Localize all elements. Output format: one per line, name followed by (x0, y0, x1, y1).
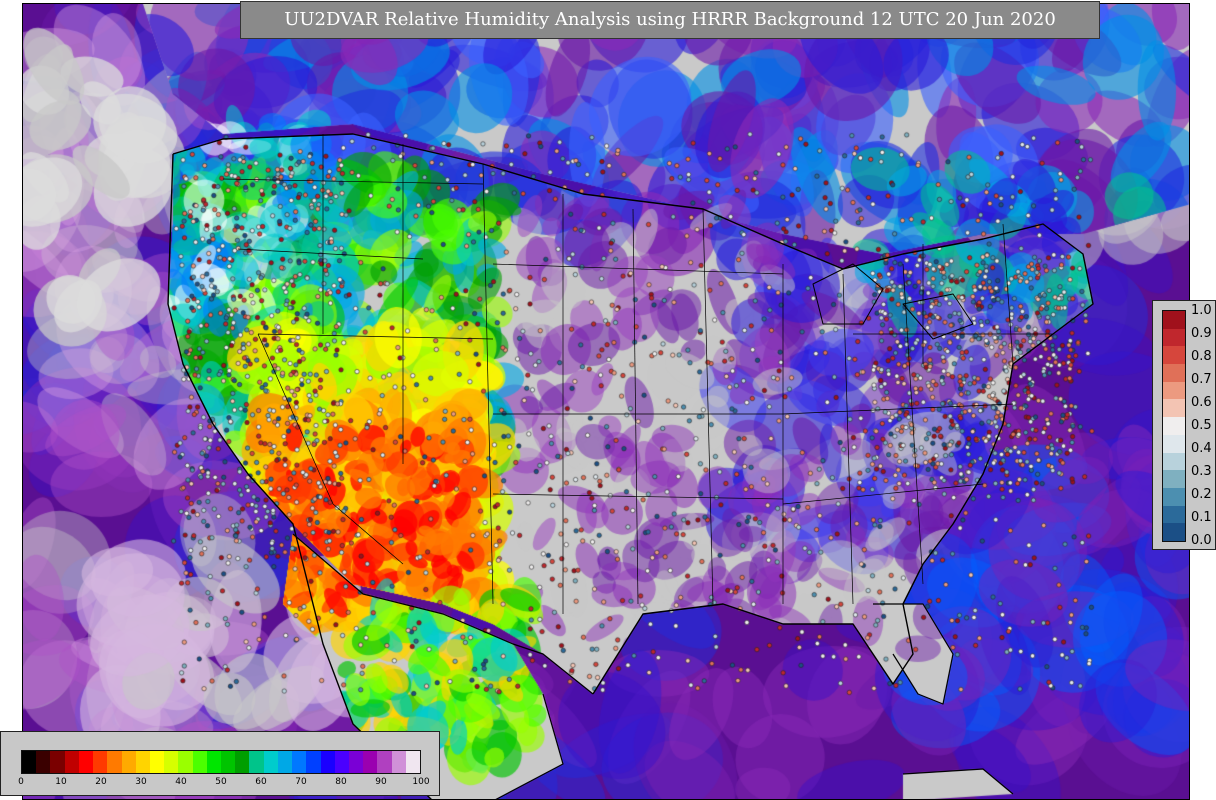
state-boundary (482, 163, 494, 605)
humidity-colorbar-tick-label: 40 (175, 777, 187, 787)
boundary-overlay (167, 133, 1094, 799)
humidity-colorbar-segment (292, 751, 307, 773)
humidity-colorbar-segment (334, 751, 350, 773)
state-boundary (632, 208, 639, 605)
observation-colorbar-swatch (1163, 328, 1185, 347)
humidity-colorbar-tick-label: 100 (412, 777, 430, 787)
us-mexico-border (292, 533, 594, 695)
observation-colorbar-swatch (1163, 346, 1185, 365)
observation-colorbar-swatch (1163, 487, 1185, 507)
humidity-colorbar-segment (93, 751, 108, 773)
humidity-colorbar-segment (249, 751, 265, 773)
humidity-colorbar-tick-label: 80 (335, 777, 347, 787)
observation-colorbar-tick-label: 0.2 (1191, 487, 1212, 502)
humidity-colorbar-tick-label: 0 (18, 777, 24, 787)
state-boundary (902, 263, 924, 585)
humidity-colorbar-tick-label: 60 (255, 777, 267, 787)
state-boundary (237, 248, 424, 260)
humidity-colorbar-segment (149, 751, 165, 773)
cuba-coast (902, 768, 1014, 795)
state-boundary (257, 333, 494, 340)
humidity-colorbar-segment (50, 751, 66, 773)
humidity-colorbar-segment (263, 751, 279, 773)
humidity-colorbar-segment (363, 751, 378, 773)
state-boundary (782, 403, 1014, 415)
humidity-colorbar-segment (391, 751, 407, 773)
observation-colorbar-tick-label: 0.8 (1191, 349, 1212, 364)
observation-colorbar-tick-label: 1.0 (1191, 303, 1212, 318)
observation-colorbar-tick-label: 0.9 (1191, 326, 1212, 341)
observation-colorbar-tick-label: 0.1 (1191, 510, 1212, 525)
humidity-colorbar-segment (306, 751, 321, 773)
great-lake-outline (812, 263, 884, 325)
humidity-colorbar-tick-label: 90 (375, 777, 387, 787)
observation-colorbar-swatch (1163, 381, 1185, 400)
humidity-colorbar-tick-label: 20 (95, 777, 107, 787)
humidity-colorbar-segment (206, 751, 222, 773)
humidity-colorbar-segment (235, 751, 250, 773)
humidity-colorbar-segment (64, 751, 80, 773)
humidity-colorbar-segment (377, 751, 393, 773)
humidity-colorbar-tick-label: 30 (135, 777, 147, 787)
observation-colorbar-swatch (1163, 523, 1185, 542)
humidity-colorbar-segment (36, 751, 51, 773)
state-boundary (1002, 223, 1014, 365)
humidity-colorbar-segment (22, 751, 37, 773)
observation-colorbar-tick-label: 0.3 (1191, 464, 1212, 479)
observation-colorbar-tick-label: 0.7 (1191, 372, 1212, 387)
state-boundary (702, 208, 714, 605)
observation-colorbar-tick-label: 0.0 (1191, 533, 1212, 548)
state-boundary (257, 333, 334, 505)
observation-colorbar-swatch (1163, 417, 1185, 436)
observation-colorbar-swatches (1162, 310, 1186, 542)
observation-colorbar-tick-label: 0.5 (1191, 418, 1212, 433)
observation-colorbar: 1.0 0.9 0.8 0.7 0.6 0.5 0.4 0.3 0.2 0.1 0.0 (1152, 300, 1216, 550)
observation-colorbar-swatch (1163, 505, 1185, 524)
humidity-colorbar-segment (277, 751, 293, 773)
humidity-colorbar-bar (21, 750, 421, 774)
observation-colorbar-tick-label: 0.4 (1191, 441, 1212, 456)
humidity-colorbar-segment (348, 751, 364, 773)
observation-colorbar-swatch (1163, 364, 1185, 383)
humidity-colorbar-segment (135, 751, 151, 773)
humidity-colorbar-segment (78, 751, 94, 773)
observation-colorbar-swatch (1163, 470, 1185, 489)
map-title: UU2DVAR Relative Humidity Analysis using… (240, 1, 1100, 39)
humidity-colorbar-segment (164, 751, 179, 773)
humidity-colorbar: 0 10 20 30 40 50 60 70 80 90 100 (0, 731, 440, 796)
state-boundary (492, 493, 784, 500)
humidity-colorbar-segment (178, 751, 194, 773)
mexico-gulf-coast (495, 693, 564, 799)
observation-colorbar-tick-label: 0.6 (1191, 395, 1212, 410)
observation-colorbar-swatch (1163, 399, 1185, 418)
observation-colorbar-swatch (1163, 452, 1185, 471)
state-boundary (782, 483, 984, 505)
observation-colorbar-swatch (1163, 434, 1185, 454)
state-boundary (492, 263, 784, 275)
humidity-colorbar-tick-label: 10 (55, 777, 67, 787)
humidity-colorbar-segment (121, 751, 137, 773)
observation-colorbar-swatch (1163, 311, 1185, 330)
humidity-colorbar-segment (405, 751, 421, 773)
humidity-colorbar-segment (107, 751, 122, 773)
humidity-colorbar-tick-label: 70 (295, 777, 307, 787)
humidity-colorbar-segment (192, 751, 208, 773)
humidity-colorbar-segment (221, 751, 236, 773)
great-lake-outline (902, 293, 974, 340)
humidity-colorbar-segment (320, 751, 336, 773)
west-coastline (167, 153, 432, 799)
analysis-map[interactable] (22, 3, 1190, 800)
state-boundary (222, 178, 484, 185)
humidity-colorbar-tick-label: 50 (215, 777, 227, 787)
state-boundary (332, 503, 404, 565)
